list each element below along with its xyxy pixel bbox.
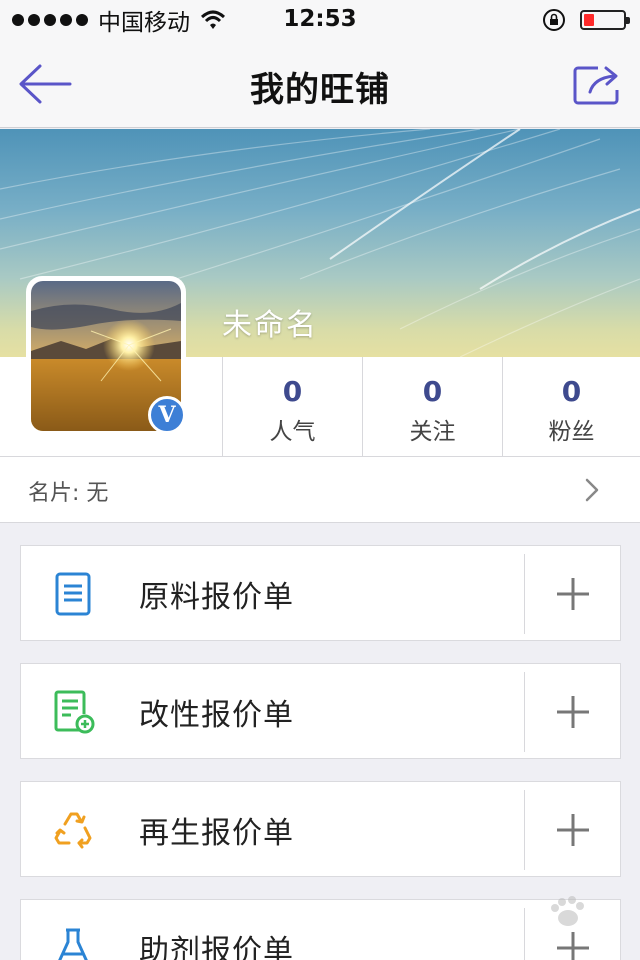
flask-icon [58,928,88,960]
status-right [542,8,630,32]
stat-label: 人气 [269,419,316,445]
verified-badge: V [148,396,186,434]
rotation-lock-icon [543,9,565,31]
business-card-row[interactable]: 名片: 无 [0,457,640,523]
stat-fans[interactable]: 0 粉丝 [502,357,640,457]
stat-value: 0 [282,375,303,408]
quote-item-modified[interactable]: 改性报价单 [20,663,621,759]
document-icon [55,572,91,616]
recycle-icon [54,812,92,849]
stat-popularity[interactable]: 0 人气 [222,357,362,457]
add-icon[interactable] [551,574,595,614]
quote-label: 再生报价单 [139,816,294,851]
page-title: 我的旺铺 [250,70,390,110]
divider [524,672,525,752]
quote-item-recycled[interactable]: 再生报价单 [20,781,621,877]
watermark-logo [551,896,584,926]
stat-following[interactable]: 0 关注 [362,357,502,457]
divider [524,554,525,634]
status-bar: 中国移动 12:53 [0,0,640,40]
quote-label: 原料报价单 [139,580,294,615]
shop-name: 未命名 [222,308,318,343]
quote-item-raw-material[interactable]: 原料报价单 [20,545,621,641]
stat-value: 0 [422,375,443,408]
chevron-right-icon [585,478,599,502]
quote-label: 改性报价单 [139,698,294,733]
document-add-icon [54,690,95,734]
stat-label: 关注 [409,419,456,445]
stat-value: 0 [561,375,582,408]
add-icon[interactable] [551,692,595,732]
share-icon[interactable] [572,62,622,108]
quote-label: 助剂报价单 [139,934,294,960]
nav-bar: 我的旺铺 [0,40,640,128]
add-icon[interactable] [551,810,595,850]
stat-label: 粉丝 [548,419,595,445]
business-card-label: 名片: 无 [28,481,109,506]
battery-icon [580,10,630,30]
divider [524,790,525,870]
